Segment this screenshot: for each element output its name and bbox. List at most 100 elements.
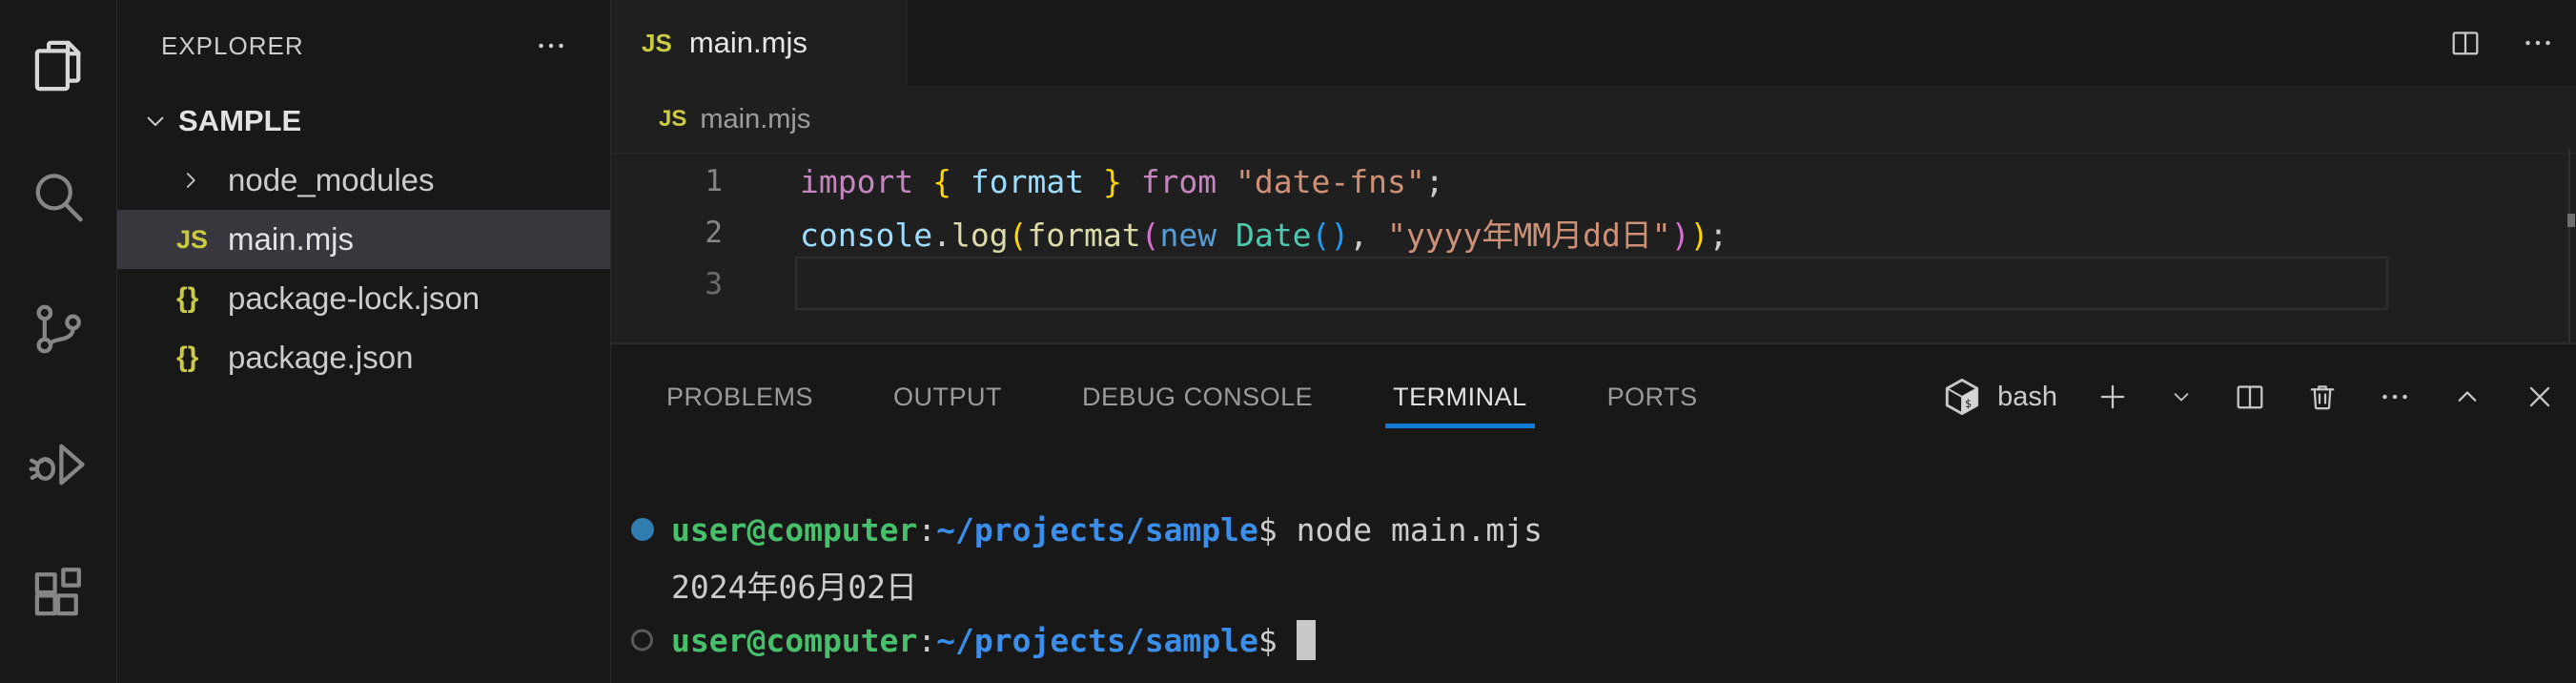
code-token: format — [1027, 217, 1140, 254]
chevron-right-icon — [176, 166, 205, 195]
terminal-shell-selector[interactable]: $ bash — [1940, 375, 2057, 419]
split-icon — [2448, 26, 2483, 60]
extensions-icon — [26, 560, 91, 625]
code-token — [951, 163, 971, 200]
folder-root-label: SAMPLE — [178, 104, 301, 138]
json-file-icon: {} — [176, 342, 198, 374]
terminal-viewport[interactable]: user@computer:~/projects/sample$ node ma… — [611, 449, 2576, 683]
panel-tab-problems[interactable]: PROBLEMS — [666, 344, 813, 449]
code-line-3[interactable]: 3 — [611, 259, 2576, 310]
new-terminal-button[interactable] — [2096, 380, 2130, 414]
code-editor[interactable]: 1import { format } from "date-fns";2cons… — [611, 153, 2576, 342]
more-editor-actions-button[interactable] — [2521, 26, 2555, 60]
activity-item-source-control[interactable] — [0, 263, 116, 395]
file-tree: node_modules JSmain.mjs{}package-lock.jso… — [117, 151, 610, 387]
file-row-main.mjs[interactable]: JSmain.mjs — [117, 210, 610, 269]
editor-scrollbar-track — [2568, 149, 2570, 342]
panel-tab-output[interactable]: OUTPUT — [893, 344, 1002, 449]
panel-tabs: PROBLEMS OUTPUT DEBUG CONSOLE TERMINAL PORTS — [666, 344, 1778, 449]
activity-item-run-debug[interactable] — [0, 395, 116, 527]
code-token: ) — [1671, 217, 1690, 254]
code-token: "yyyy年MM月dd日" — [1387, 217, 1671, 254]
code-token: "date-fns" — [1236, 163, 1425, 200]
shell-label: bash — [1997, 382, 2057, 413]
code-token: ; — [1708, 217, 1728, 254]
code-token: } — [1103, 163, 1122, 200]
more-icon — [2521, 26, 2555, 60]
maximize-panel-button[interactable] — [2450, 380, 2484, 414]
terminal-text: ~/projects/sample — [936, 622, 1258, 659]
minimap-line — [2402, 157, 2500, 163]
code-token: from — [1141, 163, 1216, 200]
folder-root-sample[interactable]: SAMPLE — [117, 92, 610, 151]
code-line-1[interactable]: 1 import { format } from "date-fns"; — [611, 155, 2576, 207]
command-pending-decoration[interactable] — [631, 630, 653, 652]
code-token: log — [951, 217, 1009, 254]
split-editor-button[interactable] — [2448, 26, 2483, 60]
terminal-text: node main.mjs — [1278, 511, 1543, 548]
split-terminal-button[interactable] — [2233, 380, 2267, 414]
code-token: console — [800, 217, 932, 254]
activity-item-extensions[interactable] — [0, 527, 116, 658]
breadcrumb[interactable]: JS main.mjs — [611, 86, 2576, 153]
terminal-text — [1278, 622, 1297, 659]
bash-terminal-icon: $ — [1940, 375, 1984, 419]
search-icon — [26, 165, 91, 230]
terminal-cursor — [1297, 620, 1316, 660]
js-file-icon: JS — [642, 29, 672, 58]
code-token — [913, 163, 932, 200]
editor-tabbar: JS main.mjs — [611, 0, 2576, 86]
editor-scrollbar-thumb[interactable] — [2567, 214, 2575, 227]
file-icon-slot: {} — [176, 282, 228, 315]
code-token: format — [971, 163, 1084, 200]
plus-icon — [2096, 380, 2130, 414]
terminal-text: $ — [1258, 622, 1278, 659]
terminal-text: user@computer — [671, 511, 917, 548]
file-label: node_modules — [228, 162, 435, 198]
panel-actions: $ bash — [1940, 375, 2576, 419]
command-success-decoration[interactable] — [631, 518, 654, 541]
more-terminal-actions-button[interactable] — [2378, 380, 2412, 414]
file-row-package.json[interactable]: {} package.json — [117, 328, 610, 387]
terminal-row: user@computer:~/projects/sample$ — [611, 612, 2576, 668]
code-token: ) — [1690, 217, 1709, 254]
code-token: import — [800, 163, 913, 200]
file-row-node_modules[interactable]: node_modules — [117, 151, 610, 210]
code-token — [1084, 163, 1103, 200]
terminal-text: $ — [1258, 511, 1278, 548]
chevron-down-icon — [140, 106, 171, 136]
panel-header: PROBLEMS OUTPUT DEBUG CONSOLE TERMINAL PORTS… — [611, 344, 2576, 449]
terminal-text: 2024年06月02日 — [671, 562, 917, 608]
file-label: package.json — [228, 340, 413, 376]
bottom-panel: PROBLEMS OUTPUT DEBUG CONSOLE TERMINAL PORTS… — [611, 342, 2576, 683]
file-row-package-lock.json[interactable]: {}package-lock.json — [117, 269, 610, 328]
panel-tab-debug-console[interactable]: DEBUG CONSOLE — [1082, 344, 1313, 449]
panel-tab-ports[interactable]: PORTS — [1607, 344, 1698, 449]
activity-item-search[interactable] — [0, 132, 116, 263]
kill-terminal-button[interactable] — [2305, 380, 2340, 414]
explorer-title: EXPLORER — [161, 31, 304, 61]
more-icon — [2378, 380, 2412, 414]
panel-tab-terminal[interactable]: TERMINAL — [1393, 344, 1527, 449]
code-token: , — [1349, 217, 1368, 254]
launch-profile-dropdown-button[interactable] — [2168, 383, 2195, 410]
explorer-sidebar: EXPLORER SAMPLE node_modulesJSmain.mjs{}… — [117, 0, 611, 683]
source-control-icon — [26, 297, 91, 362]
editor-region: JS main.mjs JS main.mjs 1 import { format… — [611, 0, 2576, 342]
minimap[interactable] — [2402, 149, 2506, 166]
editor-and-panel: JS main.mjs JS main.mjs 1 import { format… — [611, 0, 2576, 683]
activity-item-explorer[interactable] — [0, 0, 116, 132]
explorer-actions — [534, 29, 568, 63]
code-line-2[interactable]: 2console.log(format(new Date(), "yyyy年MM… — [611, 207, 2576, 259]
line-number: 1 — [611, 164, 723, 198]
views-and-more-actions-button[interactable] — [534, 29, 568, 63]
close-icon — [2523, 380, 2557, 414]
tab-main-mjs[interactable]: JS main.mjs — [611, 0, 908, 86]
code-token: { — [932, 163, 951, 200]
close-tab-button[interactable] — [846, 28, 876, 58]
more-icon — [534, 29, 568, 63]
close-panel-button[interactable] — [2523, 380, 2557, 414]
code-text: import { format } from "date-fns"; — [800, 163, 1444, 200]
vscode-window: EXPLORER SAMPLE node_modulesJSmain.mjs{}… — [0, 0, 2576, 683]
explorer-header: EXPLORER — [117, 0, 610, 92]
